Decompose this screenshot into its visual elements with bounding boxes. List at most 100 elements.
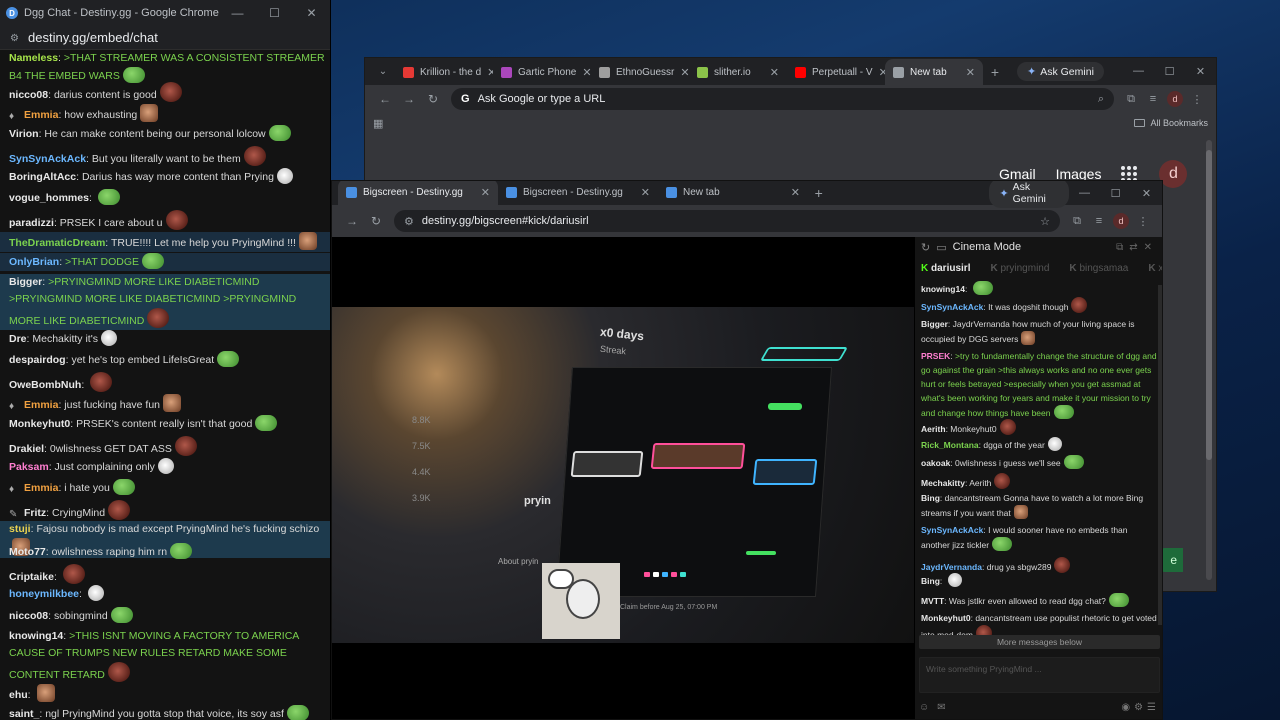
emote-icon[interactable] bbox=[243, 146, 266, 166]
chat-username[interactable]: Criptaike bbox=[9, 571, 54, 583]
header-actions[interactable]: ⧉⇄✕ bbox=[1116, 242, 1158, 253]
tab-close-icon[interactable]: ✕ bbox=[635, 186, 650, 199]
emote-icon[interactable] bbox=[157, 458, 174, 474]
emote-icon[interactable] bbox=[972, 281, 993, 295]
emote-icon[interactable] bbox=[994, 473, 1011, 489]
forward-arrow-icon[interactable]: → bbox=[397, 92, 421, 106]
more-messages-button[interactable]: More messages below bbox=[919, 635, 1160, 649]
chat-username[interactable]: Virion bbox=[9, 128, 39, 140]
refresh-icon[interactable]: ↻ bbox=[921, 241, 930, 254]
chat-username[interactable]: Bigger bbox=[9, 276, 42, 288]
emote-icon[interactable] bbox=[97, 189, 120, 205]
chat-username[interactable]: Paksam bbox=[9, 461, 49, 473]
emote-icon[interactable] bbox=[112, 479, 135, 495]
tab-close-icon[interactable]: ✕ bbox=[475, 186, 490, 199]
chat-username[interactable]: knowing14 bbox=[921, 284, 965, 294]
chat-username[interactable]: OnlyBrian bbox=[9, 256, 59, 268]
emote-icon[interactable] bbox=[1071, 297, 1088, 313]
tab-2[interactable]: New tab ✕ bbox=[658, 181, 808, 205]
chat-username[interactable]: stuji bbox=[9, 523, 31, 535]
tab-0[interactable]: Krillion - the d✕ bbox=[395, 59, 493, 85]
tab-close-icon[interactable]: ✕ bbox=[785, 186, 800, 199]
chat-username[interactable]: Nameless bbox=[9, 52, 58, 64]
emote-icon[interactable] bbox=[110, 607, 133, 623]
emote-icon[interactable] bbox=[163, 394, 182, 412]
chat-username[interactable]: Monkeyhut0 bbox=[9, 418, 70, 430]
emote-icon[interactable] bbox=[170, 543, 193, 559]
back-arrow-icon[interactable]: ← bbox=[373, 92, 397, 106]
new-tab-button[interactable]: + bbox=[808, 185, 829, 201]
chat-url-bar[interactable]: ⚙ destiny.gg/embed/chat bbox=[0, 26, 330, 50]
ask-gemini-button[interactable]: ✦ Ask Gemini bbox=[989, 181, 1069, 208]
minimize-icon[interactable]: — bbox=[1069, 187, 1100, 200]
extensions-icon[interactable]: ⧉ bbox=[1066, 215, 1088, 228]
chat-username[interactable]: PRSEK bbox=[921, 351, 950, 361]
chat-username[interactable]: honeymilkbee bbox=[9, 588, 79, 600]
embed-tab[interactable]: K pryingmind bbox=[990, 263, 1059, 274]
video-player[interactable]: x0 days Streak 8.8K 7.5K 4.4K 3.9K pryin… bbox=[332, 237, 914, 719]
media-icon[interactable]: ≡ bbox=[1142, 93, 1164, 105]
tab-4[interactable]: Perpetuall - V✕ bbox=[787, 59, 885, 85]
chat-username[interactable]: nicco08 bbox=[9, 610, 48, 622]
emote-icon[interactable] bbox=[107, 662, 130, 682]
close-icon[interactable]: ✕ bbox=[1131, 187, 1162, 200]
omnibox[interactable]: G Ask Google or type a URL ⌕ bbox=[451, 88, 1114, 110]
reload-icon[interactable]: ↻ bbox=[421, 92, 445, 106]
emote-icon[interactable] bbox=[276, 168, 293, 184]
emote-icon[interactable] bbox=[174, 436, 197, 456]
minimize-icon[interactable]: — bbox=[1123, 65, 1154, 78]
chat-username[interactable]: nicco08 bbox=[9, 89, 48, 101]
tab-0[interactable]: Bigscreen - Destiny.gg ✕ bbox=[338, 181, 498, 205]
emote-icon[interactable] bbox=[268, 125, 291, 141]
media-icon[interactable]: ≡ bbox=[1088, 215, 1110, 227]
tab-2[interactable]: EthnoGuessr ✕ bbox=[591, 59, 689, 85]
chat-username[interactable]: SynSynAckAck bbox=[921, 302, 983, 312]
extensions-icon[interactable]: ⧉ bbox=[1120, 93, 1142, 106]
chat-username[interactable]: Dre bbox=[9, 333, 27, 345]
chat-username[interactable]: Rick_Montana bbox=[921, 440, 979, 450]
site-info-icon[interactable]: ⚙ bbox=[404, 215, 414, 228]
chat-username[interactable]: Fritz bbox=[24, 507, 46, 519]
tab-close-icon[interactable]: ✕ bbox=[873, 66, 885, 79]
tab-close-icon[interactable]: ✕ bbox=[481, 66, 493, 79]
emote-icon[interactable] bbox=[999, 419, 1016, 435]
tab-search-icon[interactable]: ⌄ bbox=[371, 66, 395, 77]
bookmark-star-icon[interactable]: ☆ bbox=[1040, 215, 1050, 228]
chat-username[interactable]: BoringAltAcc bbox=[9, 171, 76, 183]
whisper-icon[interactable]: ✉ bbox=[937, 702, 945, 713]
chat-username[interactable]: SynSynAckAck bbox=[921, 525, 983, 535]
emote-icon[interactable] bbox=[1054, 557, 1071, 573]
embed-tab[interactable]: K xQc bbox=[1148, 263, 1162, 274]
tab-close-icon[interactable]: ✕ bbox=[576, 66, 591, 79]
emote-icon[interactable] bbox=[255, 415, 278, 431]
emote-icon[interactable] bbox=[1047, 437, 1062, 451]
chat-username[interactable]: Bing bbox=[921, 576, 940, 586]
apps-grid-icon[interactable]: ▦ bbox=[373, 117, 383, 130]
chat-username[interactable]: Emmia bbox=[24, 399, 58, 411]
tab-1[interactable]: Bigscreen - Destiny.gg ✕ bbox=[498, 181, 658, 205]
chat-username[interactable]: paradizzi bbox=[9, 217, 54, 229]
site-settings-icon[interactable]: ⚙ bbox=[10, 33, 20, 44]
embed-tab[interactable]: K bingsamaa bbox=[1069, 263, 1138, 274]
menu-icon[interactable]: ⋮ bbox=[1186, 93, 1208, 106]
ask-gemini-button[interactable]: ✦ Ask Gemini bbox=[1017, 62, 1104, 81]
emote-icon[interactable]: ☺ bbox=[919, 702, 929, 713]
chat-username[interactable]: Bing bbox=[921, 493, 940, 503]
chat-username[interactable]: Bigger bbox=[921, 319, 948, 329]
all-bookmarks-button[interactable]: All Bookmarks bbox=[1134, 118, 1208, 128]
emote-icon[interactable] bbox=[90, 372, 113, 392]
chat-username[interactable]: Mechakitty bbox=[921, 478, 965, 488]
chat-username[interactable]: vogue_hommes bbox=[9, 192, 89, 204]
emote-icon[interactable] bbox=[286, 705, 309, 720]
emote-icon[interactable] bbox=[36, 684, 55, 702]
chat-username[interactable]: TheDramaticDream bbox=[9, 237, 105, 249]
chat-username[interactable]: knowing14 bbox=[9, 630, 63, 642]
account-avatar[interactable]: d bbox=[1159, 160, 1188, 188]
stream-video[interactable]: x0 days Streak 8.8K 7.5K 4.4K 3.9K pryin… bbox=[332, 307, 914, 643]
emote-icon[interactable] bbox=[217, 351, 240, 367]
emote-icon[interactable] bbox=[142, 253, 165, 269]
emote-icon[interactable] bbox=[87, 585, 104, 601]
tab-5[interactable]: New tab ✕ bbox=[885, 59, 983, 85]
emote-icon[interactable] bbox=[100, 330, 117, 346]
chat-username[interactable]: MVTT bbox=[921, 596, 944, 606]
